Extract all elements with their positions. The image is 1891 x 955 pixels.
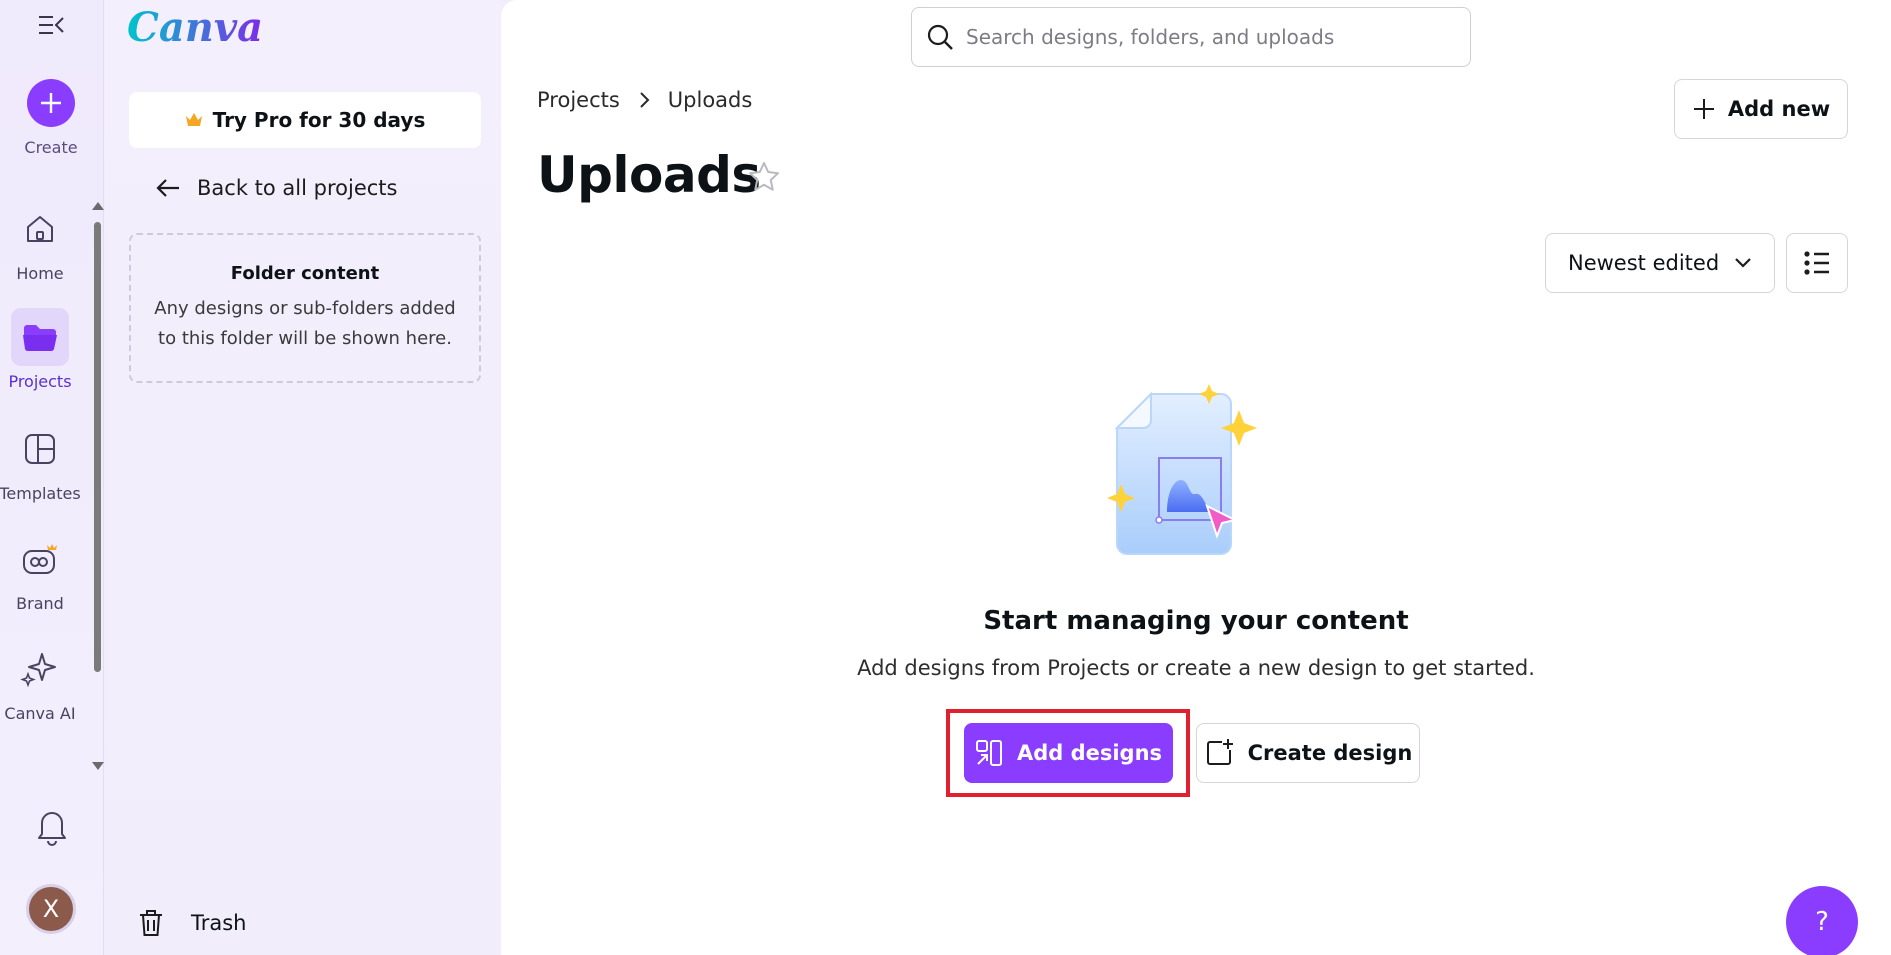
page-title: Uploads [537,146,761,204]
chevron-down-icon [1735,258,1751,268]
add-designs-label: Add designs [1016,741,1163,765]
trash-label: Trash [191,911,247,935]
search-input[interactable] [966,25,1446,49]
back-to-projects-link[interactable]: Back to all projects [155,176,397,200]
crown-icon [185,113,202,126]
notifications-bell-icon[interactable] [34,806,70,846]
nav-item-templates[interactable]: Templates [0,420,81,520]
arrow-left-icon [156,179,179,197]
search-box[interactable] [911,7,1471,67]
create-design-button[interactable]: Create design [1196,723,1420,783]
side-panel: Canva Try Pro for 30 days Back to all pr… [105,0,501,955]
folder-content-box: Folder content Any designs or sub-folder… [129,233,481,383]
help-button[interactable]: ? [1786,886,1858,955]
try-pro-label: Try Pro for 30 days [212,108,426,132]
add-designs-icon [975,740,1002,766]
create-design-label: Create design [1247,741,1413,765]
breadcrumb-uploads[interactable]: Uploads [668,88,753,112]
sort-label: Newest edited [1568,251,1720,275]
breadcrumb: Projects Uploads [537,88,752,112]
chevron-right-icon [640,92,650,108]
nav-label-projects: Projects [8,372,72,391]
home-icon [11,200,69,258]
nav-item-brand[interactable]: Brand [0,530,80,630]
create-button[interactable] [27,79,75,127]
brand-icon [11,530,69,588]
sort-dropdown[interactable]: Newest edited [1545,233,1775,293]
empty-state-title: Start managing your content [983,606,1409,636]
nav-label-home: Home [16,264,64,283]
collapse-menu-icon[interactable] [36,12,66,38]
plus-icon [1693,99,1714,119]
left-rail: Create Home Projects Templates Brand Can… [0,0,104,955]
folder-content-text: Any designs or sub-folders added to this… [154,298,456,349]
list-icon [1804,251,1829,275]
breadcrumb-projects[interactable]: Projects [537,88,620,112]
create-label: Create [24,138,78,157]
empty-state-subtitle: Add designs from Projects or create a ne… [857,656,1535,680]
add-designs-button[interactable]: Add designs [964,723,1173,783]
list-view-button[interactable] [1786,233,1848,293]
scroll-thumb[interactable] [94,222,101,672]
folder-icon [11,308,69,366]
nav-item-projects[interactable]: Projects [0,308,80,408]
try-pro-button[interactable]: Try Pro for 30 days [129,92,481,148]
avatar[interactable]: X [26,884,76,934]
templates-icon [11,420,69,478]
scroll-up-arrow-icon[interactable] [92,202,104,210]
trash-link[interactable]: Trash [137,908,247,938]
nav-label-templates: Templates [0,484,81,503]
nav-label-canva-ai: Canva AI [4,704,76,723]
nav-label-brand: Brand [16,594,64,613]
add-new-button[interactable]: Add new [1674,79,1848,139]
nav-item-home[interactable]: Home [0,200,80,300]
sparkle-icon [11,640,69,698]
empty-state-illustration-icon [1101,380,1281,570]
back-label: Back to all projects [197,176,398,200]
plus-icon [41,93,61,113]
main-content: Projects Uploads Add new Uploads Newest … [501,0,1891,955]
star-icon[interactable] [747,160,781,194]
canva-logo[interactable]: Canva [127,4,263,51]
search-icon [927,24,953,50]
rail-scrollbar[interactable] [91,200,104,772]
new-design-icon [1206,739,1233,765]
nav-item-canva-ai[interactable]: Canva AI [0,640,80,740]
folder-content-title: Folder content [230,263,380,284]
trash-icon [140,910,162,936]
scroll-down-arrow-icon[interactable] [92,762,104,770]
add-new-label: Add new [1727,97,1831,121]
